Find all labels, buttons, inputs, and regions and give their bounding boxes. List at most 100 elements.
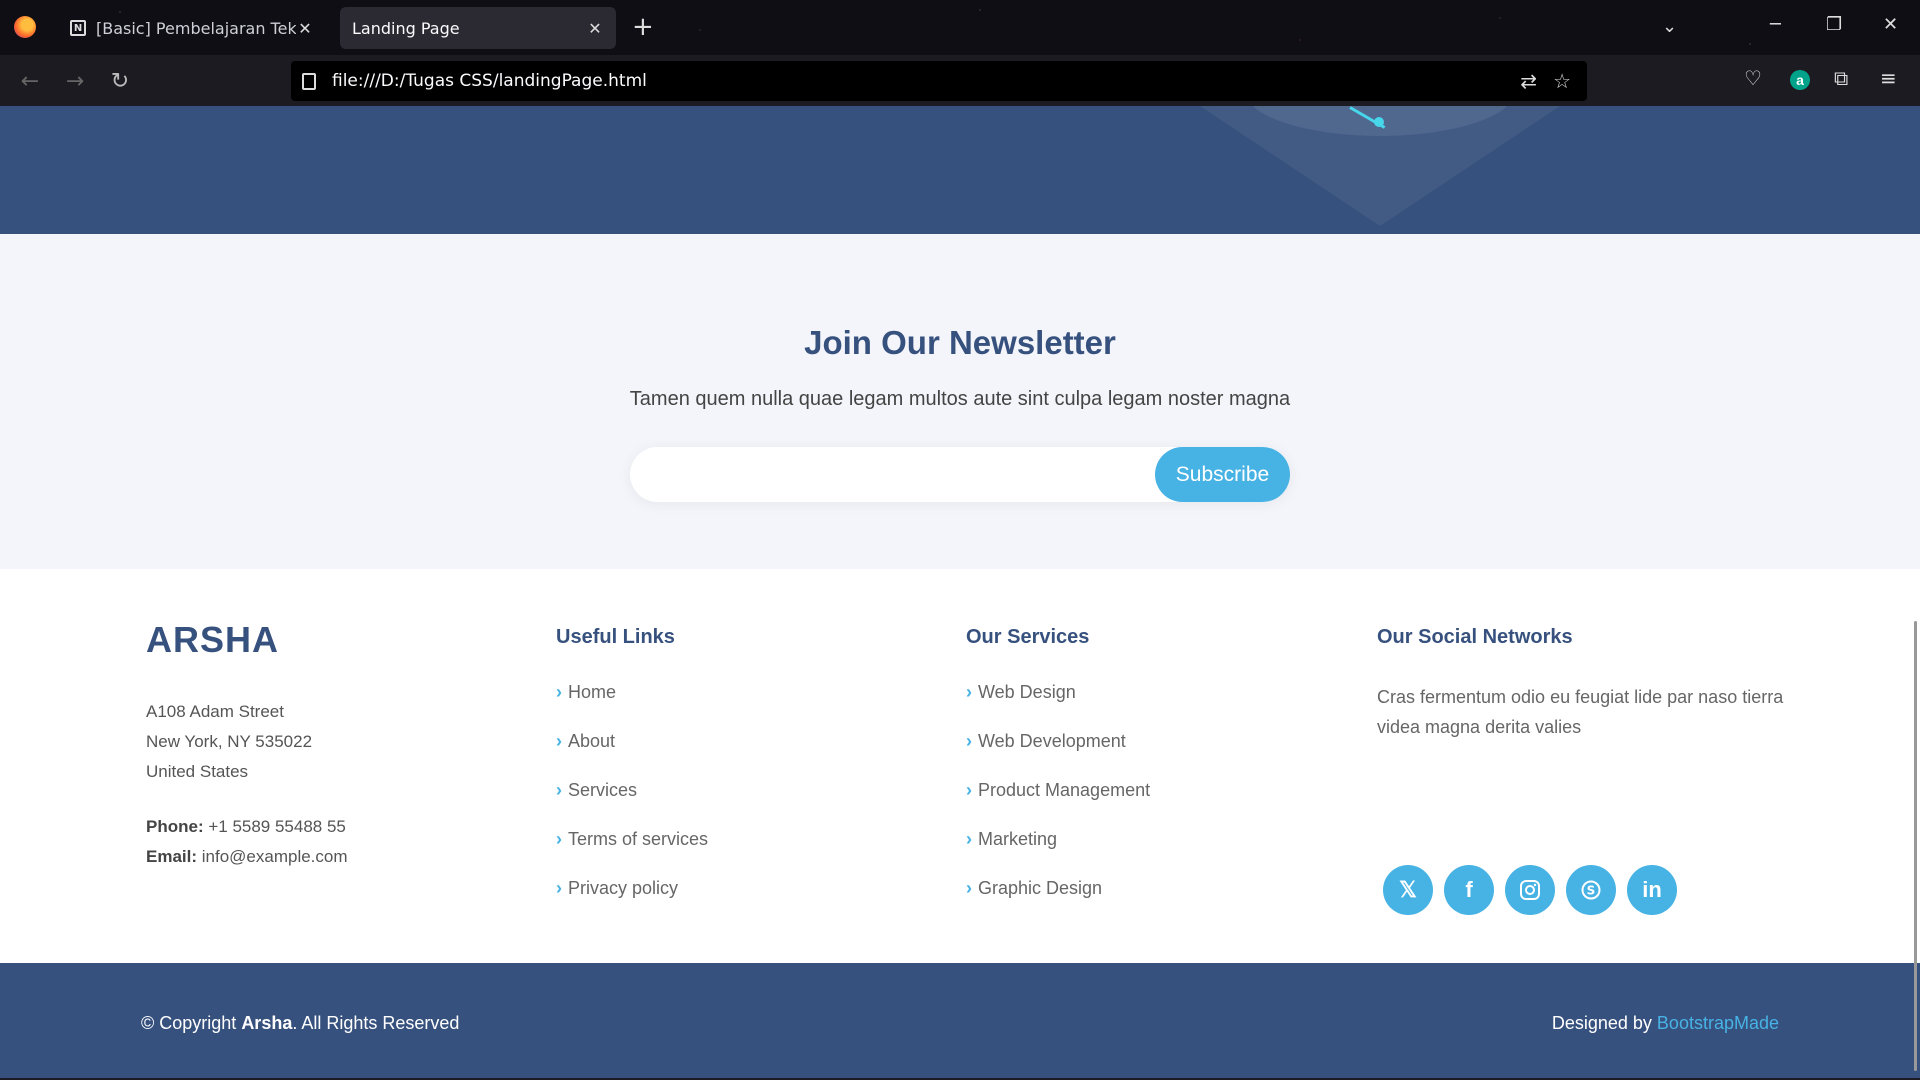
link-label[interactable]: Services <box>568 780 637 801</box>
footer-address: A108 Adam Street New York, NY 535022 Uni… <box>146 697 312 787</box>
notion-favicon-icon: N <box>70 20 86 36</box>
linkedin-icon[interactable]: in <box>1627 865 1677 915</box>
address-line: United States <box>146 762 249 781</box>
translate-icon[interactable]: ⇄ <box>1520 69 1537 94</box>
close-tab-icon[interactable]: ✕ <box>296 19 314 38</box>
skype-icon[interactable]: S <box>1566 865 1616 915</box>
forward-button[interactable]: → <box>59 65 91 97</box>
tab-pembelajaran[interactable]: N [Basic] Pembelajaran Teknis Re ✕ <box>58 7 326 49</box>
tab-title: Landing Page <box>352 18 460 38</box>
link-label[interactable]: Privacy policy <box>568 878 678 899</box>
copyright-suffix: . All Rights Reserved <box>292 1013 460 1033</box>
tab-title: [Basic] Pembelajaran Teknis Re <box>96 18 296 38</box>
copyright-prefix: © Copyright <box>141 1013 242 1033</box>
facebook-icon[interactable]: f <box>1444 865 1494 915</box>
bootstrapmade-link[interactable]: BootstrapMade <box>1657 1013 1779 1033</box>
back-button[interactable]: ← <box>14 65 46 97</box>
firefox-logo-icon[interactable] <box>14 16 36 38</box>
address-bar[interactable]: file:///D:/Tugas CSS/landingPage.html ⇄ … <box>291 61 1587 101</box>
newsletter-form: Subscribe <box>630 447 1290 502</box>
list-all-tabs-button[interactable]: ⌄ <box>1662 16 1677 37</box>
service-link-product-management[interactable]: › Product Management <box>966 780 1150 829</box>
browser-tab-strip: N [Basic] Pembelajaran Teknis Re ✕ Landi… <box>0 0 1920 55</box>
footer-link-privacy[interactable]: › Privacy policy <box>556 878 708 927</box>
newsletter-title: Join Our Newsletter <box>804 324 1116 361</box>
chevron-right-icon: › <box>556 878 562 898</box>
tab-landing-page[interactable]: Landing Page ✕ <box>340 7 616 49</box>
footer-link-home[interactable]: › Home <box>556 682 708 731</box>
chevron-right-icon: › <box>556 829 562 849</box>
extensions-icon[interactable]: ⧉ <box>1834 66 1848 90</box>
credits-text: Designed by BootstrapMade <box>1552 1013 1779 1034</box>
page-icon <box>302 72 316 90</box>
email-line: Email: info@example.com <box>146 842 348 872</box>
email-value: info@example.com <box>197 847 348 866</box>
close-tab-icon[interactable]: ✕ <box>586 19 604 38</box>
useful-links-list: › Home › About › Services › Terms of service… <box>556 682 708 927</box>
chevron-right-icon: › <box>556 682 562 702</box>
subscribe-button[interactable]: Subscribe <box>1155 447 1290 502</box>
services-title: Our Services <box>966 626 1090 648</box>
credits-prefix: Designed by <box>1551 1013 1657 1033</box>
link-label[interactable]: Marketing <box>978 829 1057 850</box>
chevron-right-icon: › <box>966 682 972 702</box>
footer-top: ARSHA A108 Adam Street New York, NY 5350… <box>0 569 1920 963</box>
reload-button[interactable]: ↻ <box>104 65 136 97</box>
chevron-right-icon: › <box>556 731 562 751</box>
link-label[interactable]: Web Design <box>978 682 1076 703</box>
social-description: Cras fermentum odio eu feugiat lide par … <box>1377 687 1784 737</box>
chevron-right-icon: › <box>966 731 972 751</box>
chevron-right-icon: › <box>966 780 972 800</box>
page-viewport: Join Our Newsletter Tamen quem nulla qua… <box>0 106 1920 1078</box>
footer-link-services[interactable]: › Services <box>556 780 708 829</box>
phone-value: +1 5589 55488 55 <box>203 817 346 836</box>
service-link-marketing[interactable]: › Marketing <box>966 829 1150 878</box>
new-tab-button[interactable]: + <box>632 12 654 42</box>
copyright-text: © Copyright Arsha. All Rights Reserved <box>141 1013 459 1034</box>
chevron-right-icon: › <box>966 829 972 849</box>
services-list: › Web Design › Web Development › Product Ma… <box>966 682 1150 927</box>
copyright-brand: Arsha <box>241 1013 293 1033</box>
link-label[interactable]: Terms of services <box>568 829 708 850</box>
phone-label: Phone: <box>146 817 204 836</box>
footer-link-about[interactable]: › About <box>556 731 708 780</box>
social-links: 𝕏 f S in <box>1383 865 1677 915</box>
page-scrollbar[interactable] <box>1914 621 1917 1071</box>
social-title: Our Social Networks <box>1377 626 1573 648</box>
restore-button[interactable]: ❐ <box>1826 14 1842 35</box>
service-link-graphic-design[interactable]: › Graphic Design <box>966 878 1150 927</box>
x-icon[interactable]: 𝕏 <box>1383 865 1433 915</box>
newsletter-section: Join Our Newsletter Tamen quem nulla qua… <box>0 234 1920 569</box>
service-link-web-development[interactable]: › Web Development <box>966 731 1150 780</box>
minimize-button[interactable]: ─ <box>1770 14 1781 35</box>
hero-section-bottom <box>0 106 1920 234</box>
email-input[interactable] <box>650 455 1130 493</box>
link-label[interactable]: Web Development <box>978 731 1126 752</box>
pocket-icon[interactable]: ♡ <box>1744 66 1762 90</box>
svg-text:S: S <box>1587 884 1596 898</box>
footer-brand: ARSHA <box>146 619 280 660</box>
newsletter-subtitle: Tamen quem nulla quae legam multos aute … <box>629 388 1291 410</box>
chevron-right-icon: › <box>966 878 972 898</box>
link-label[interactable]: Home <box>568 682 616 703</box>
link-label[interactable]: Graphic Design <box>978 878 1102 899</box>
address-line: New York, NY 535022 <box>146 732 313 751</box>
hero-decoration <box>1374 117 1384 127</box>
bookmark-star-icon[interactable]: ☆ <box>1553 69 1571 94</box>
address-line: A108 Adam Street <box>146 702 284 721</box>
useful-links-title: Useful Links <box>556 626 675 648</box>
chevron-right-icon: › <box>556 780 562 800</box>
link-label[interactable]: Product Management <box>978 780 1150 801</box>
account-avatar[interactable]: a <box>1790 70 1810 90</box>
service-link-web-design[interactable]: › Web Design <box>966 682 1150 731</box>
url-text[interactable]: file:///D:/Tugas CSS/landingPage.html <box>332 71 1520 91</box>
close-window-button[interactable]: ✕ <box>1883 14 1898 35</box>
phone-line: Phone: +1 5589 55488 55 <box>146 812 348 842</box>
footer-contact: Phone: +1 5589 55488 55 Email: info@exam… <box>146 812 348 872</box>
menu-icon[interactable]: ≡ <box>1880 66 1897 90</box>
footer-bottom: © Copyright Arsha. All Rights Reserved D… <box>0 963 1920 1078</box>
email-label: Email: <box>146 847 198 866</box>
link-label[interactable]: About <box>568 731 615 752</box>
footer-link-terms[interactable]: › Terms of services <box>556 829 708 878</box>
instagram-icon[interactable] <box>1505 865 1555 915</box>
